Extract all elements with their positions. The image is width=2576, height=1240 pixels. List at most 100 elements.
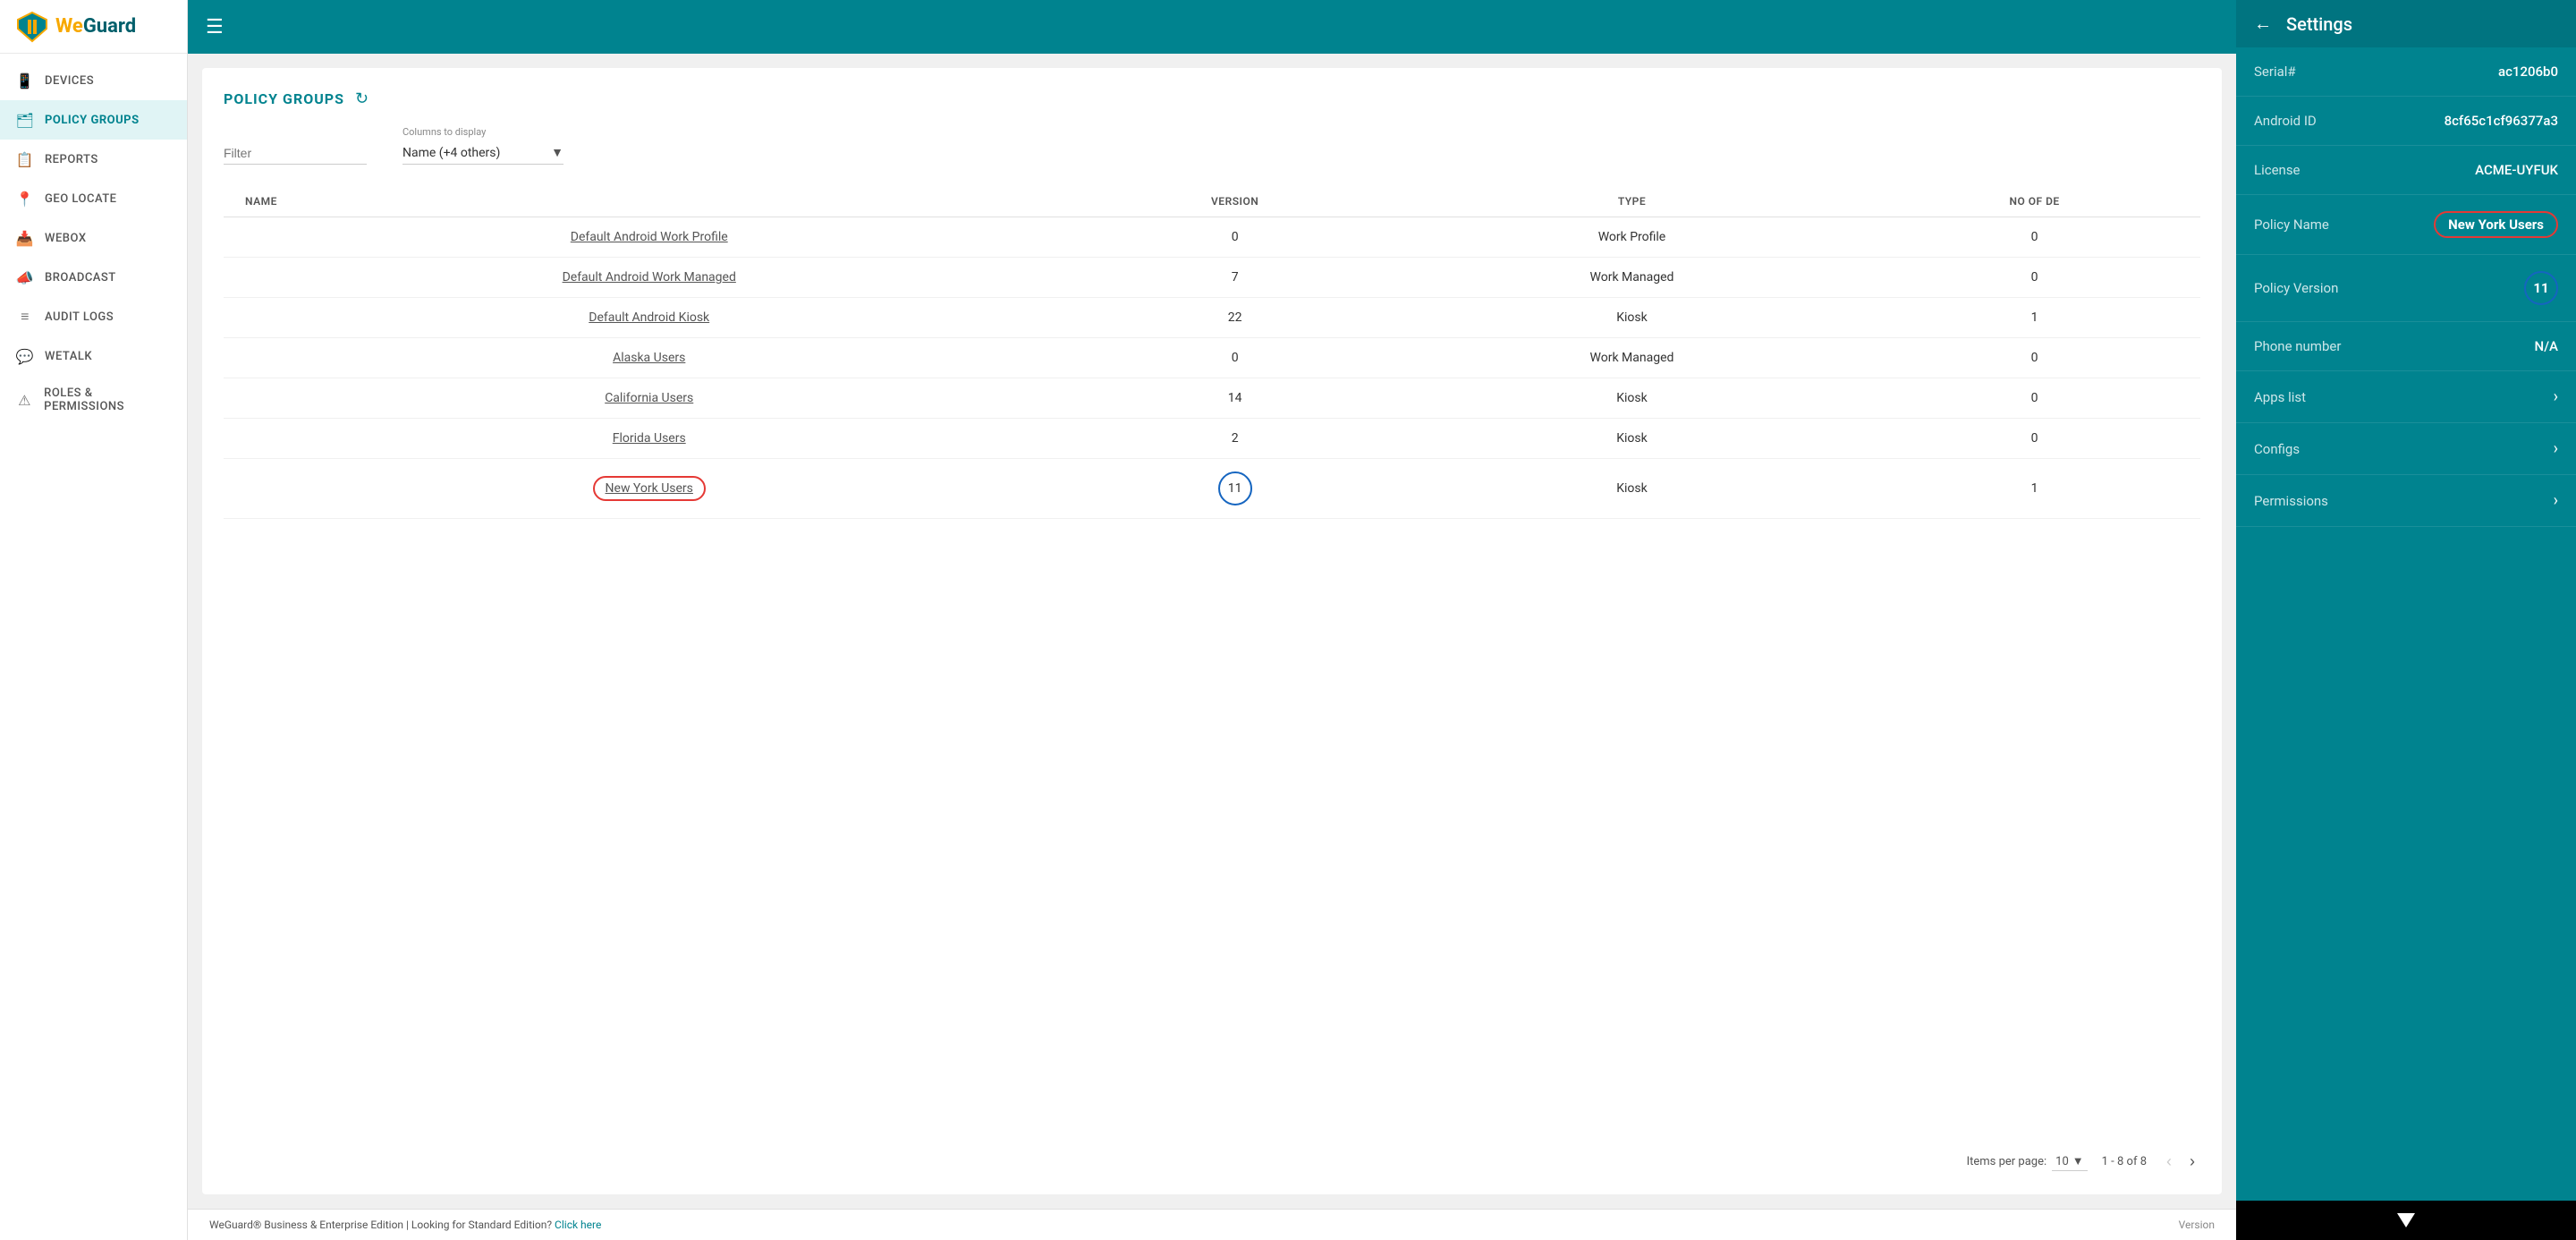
sidebar-item-broadcast[interactable]: 📣 BROADCAST xyxy=(0,258,187,297)
table-cell-version: 0 xyxy=(1074,217,1394,258)
device-row-value: New York Users xyxy=(2434,211,2558,238)
table-row: Default Android Work Managed7Work Manage… xyxy=(224,258,2200,298)
sidebar-item-devices[interactable]: 📱 DEVICES xyxy=(0,61,187,100)
table-cell-no-of-de: 1 xyxy=(1868,459,2200,519)
device-settings-row: License ACME-UYFUK xyxy=(2236,146,2576,195)
table-cell-name: Default Android Kiosk xyxy=(224,298,1074,338)
col-header-name: NAME xyxy=(224,186,1074,217)
panel-header: POLICY GROUPS ↻ xyxy=(224,89,2200,108)
device-back-button[interactable]: ← xyxy=(2254,13,2272,35)
table-cell-no-of-de: 0 xyxy=(1868,258,2200,298)
new-york-users-name-circled[interactable]: New York Users xyxy=(593,476,706,501)
device-screen: ← Settings Serial#ac1206b0Android ID8cf6… xyxy=(2236,0,2576,1201)
columns-select-wrapper: Columns to display Name (+4 others) ▼ xyxy=(402,126,564,165)
table-cell-name: Florida Users xyxy=(224,419,1074,459)
device-settings-row[interactable]: Permissions › xyxy=(2236,475,2576,527)
next-page-button[interactable]: › xyxy=(2184,1151,2200,1173)
device-row-label: Phone number xyxy=(2254,338,2341,354)
device-row-value: ac1206b0 xyxy=(2498,64,2558,80)
pagination-row: Items per page: 10 ▼ 1 - 8 of 8 ‹ › xyxy=(224,1136,2200,1173)
table-row: Alaska Users0Work Managed0 xyxy=(224,338,2200,378)
sidebar-item-audit-logs[interactable]: ≡ AUDIT LOGS xyxy=(0,297,187,336)
device-row-label: Android ID xyxy=(2254,113,2317,129)
col-header-version: VERSION xyxy=(1074,186,1394,217)
device-row-label: License xyxy=(2254,162,2301,178)
table-cell-no-of-de: 0 xyxy=(1868,338,2200,378)
sidebar-item-reports-label: REPORTS xyxy=(45,153,98,166)
sidebar-item-wetalk[interactable]: 💬 WETALK xyxy=(0,336,187,376)
refresh-button[interactable]: ↻ xyxy=(355,89,369,108)
table-cell-name: Alaska Users xyxy=(224,338,1074,378)
device-row-value: 8cf65c1cf96377a3 xyxy=(2445,113,2558,129)
table-row: Default Android Work Profile0Work Profil… xyxy=(224,217,2200,258)
footer: WeGuard® Business & Enterprise Edition |… xyxy=(188,1209,2236,1240)
sidebar-item-policy-groups[interactable]: 🗂 POLICY GROUPS xyxy=(0,100,187,140)
policy-group-name-link[interactable]: Alaska Users xyxy=(613,351,685,365)
device-settings-row[interactable]: Configs › xyxy=(2236,423,2576,475)
audit-logs-icon: ≡ xyxy=(16,308,34,326)
table-cell-name: California Users xyxy=(224,378,1074,419)
table-cell-no-of-de: 1 xyxy=(1868,298,2200,338)
device-row-value: ACME-UYFUK xyxy=(2475,162,2558,178)
device-row-value[interactable]: › xyxy=(2554,387,2558,406)
geo-locate-icon: 📍 xyxy=(16,190,34,208)
sidebar-item-roles-permissions-label: ROLES & PERMISSIONS xyxy=(44,386,171,413)
device-row-value[interactable]: › xyxy=(2554,491,2558,510)
content-area: POLICY GROUPS ↻ Columns to display Name … xyxy=(188,54,2236,1209)
page-nav: ‹ › xyxy=(2161,1151,2200,1173)
sidebar-item-audit-logs-label: AUDIT LOGS xyxy=(45,310,114,324)
per-page-select[interactable]: 10 ▼ xyxy=(2052,1152,2088,1171)
table-cell-type: Kiosk xyxy=(1395,459,1868,519)
logo-text: WeGuard xyxy=(55,15,136,38)
per-page-chevron-icon: ▼ xyxy=(2072,1154,2084,1168)
webox-icon: 📥 xyxy=(16,229,34,247)
devices-icon: 📱 xyxy=(16,72,34,89)
filter-input[interactable] xyxy=(224,142,367,165)
footer-version: Version xyxy=(2179,1219,2215,1231)
prev-page-button[interactable]: ‹ xyxy=(2161,1151,2177,1173)
table-cell-version: 11 xyxy=(1074,459,1394,519)
sidebar-item-devices-label: DEVICES xyxy=(45,74,94,88)
filter-group xyxy=(224,142,367,165)
col-header-type: TYPE xyxy=(1395,186,1868,217)
hamburger-button[interactable]: ☰ xyxy=(206,16,224,38)
device-settings-row[interactable]: Apps list › xyxy=(2236,371,2576,423)
table-cell-type: Kiosk xyxy=(1395,378,1868,419)
page-range: 1 - 8 of 8 xyxy=(2102,1155,2147,1168)
policy-group-name-link[interactable]: Default Android Work Managed xyxy=(563,270,736,285)
sidebar-item-reports[interactable]: 📋 REPORTS xyxy=(0,140,187,179)
broadcast-icon: 📣 xyxy=(16,268,34,286)
columns-select[interactable]: Name (+4 others) ▼ xyxy=(402,141,564,165)
device-panel: ← Settings Serial#ac1206b0Android ID8cf6… xyxy=(2236,0,2576,1240)
new-york-users-version-circled: 11 xyxy=(1218,471,1252,505)
policy-group-name-link[interactable]: Florida Users xyxy=(613,431,686,446)
device-settings-row: Android ID 8cf65c1cf96377a3 xyxy=(2236,97,2576,146)
sidebar-item-geo-locate[interactable]: 📍 GEO LOCATE xyxy=(0,179,187,218)
device-back-triangle-icon[interactable] xyxy=(2397,1213,2415,1227)
table-cell-no-of-de: 0 xyxy=(1868,378,2200,419)
items-per-page-label: Items per page: xyxy=(1967,1155,2047,1168)
col-header-no-of-de: NO OF DE xyxy=(1868,186,2200,217)
sidebar-nav: 📱 DEVICES 🗂 POLICY GROUPS 📋 REPORTS 📍 GE… xyxy=(0,54,187,1240)
device-settings-row: Policy NameNew York Users xyxy=(2236,195,2576,255)
table-cell-name: Default Android Work Managed xyxy=(224,258,1074,298)
sidebar-item-geo-locate-label: GEO LOCATE xyxy=(45,192,117,206)
main-area: ☰ POLICY GROUPS ↻ Columns to display Nam… xyxy=(188,0,2236,1240)
sidebar-item-webox[interactable]: 📥 WEBOX xyxy=(0,218,187,258)
policy-groups-table: NAME VERSION TYPE NO OF DE Default Andro… xyxy=(224,186,2200,519)
device-row-label: Configs xyxy=(2254,441,2300,457)
device-row-label: Apps list xyxy=(2254,389,2306,405)
footer-left: WeGuard® Business & Enterprise Edition |… xyxy=(209,1219,601,1231)
policy-group-name-link[interactable]: Default Android Work Profile xyxy=(571,230,728,244)
footer-link[interactable]: Click here xyxy=(555,1219,601,1231)
table-row: California Users14Kiosk0 xyxy=(224,378,2200,419)
panel-title: POLICY GROUPS xyxy=(224,90,344,107)
columns-label: Columns to display xyxy=(402,126,564,138)
table-cell-version: 2 xyxy=(1074,419,1394,459)
sidebar-item-roles-permissions[interactable]: ⚠ ROLES & PERMISSIONS xyxy=(0,376,187,424)
device-row-label: Permissions xyxy=(2254,493,2328,509)
policy-group-name-link[interactable]: Default Android Kiosk xyxy=(589,310,709,325)
policy-group-name-link[interactable]: California Users xyxy=(605,391,693,405)
device-row-value[interactable]: › xyxy=(2554,439,2558,458)
device-content: Serial#ac1206b0Android ID8cf65c1cf96377a… xyxy=(2236,47,2576,1201)
